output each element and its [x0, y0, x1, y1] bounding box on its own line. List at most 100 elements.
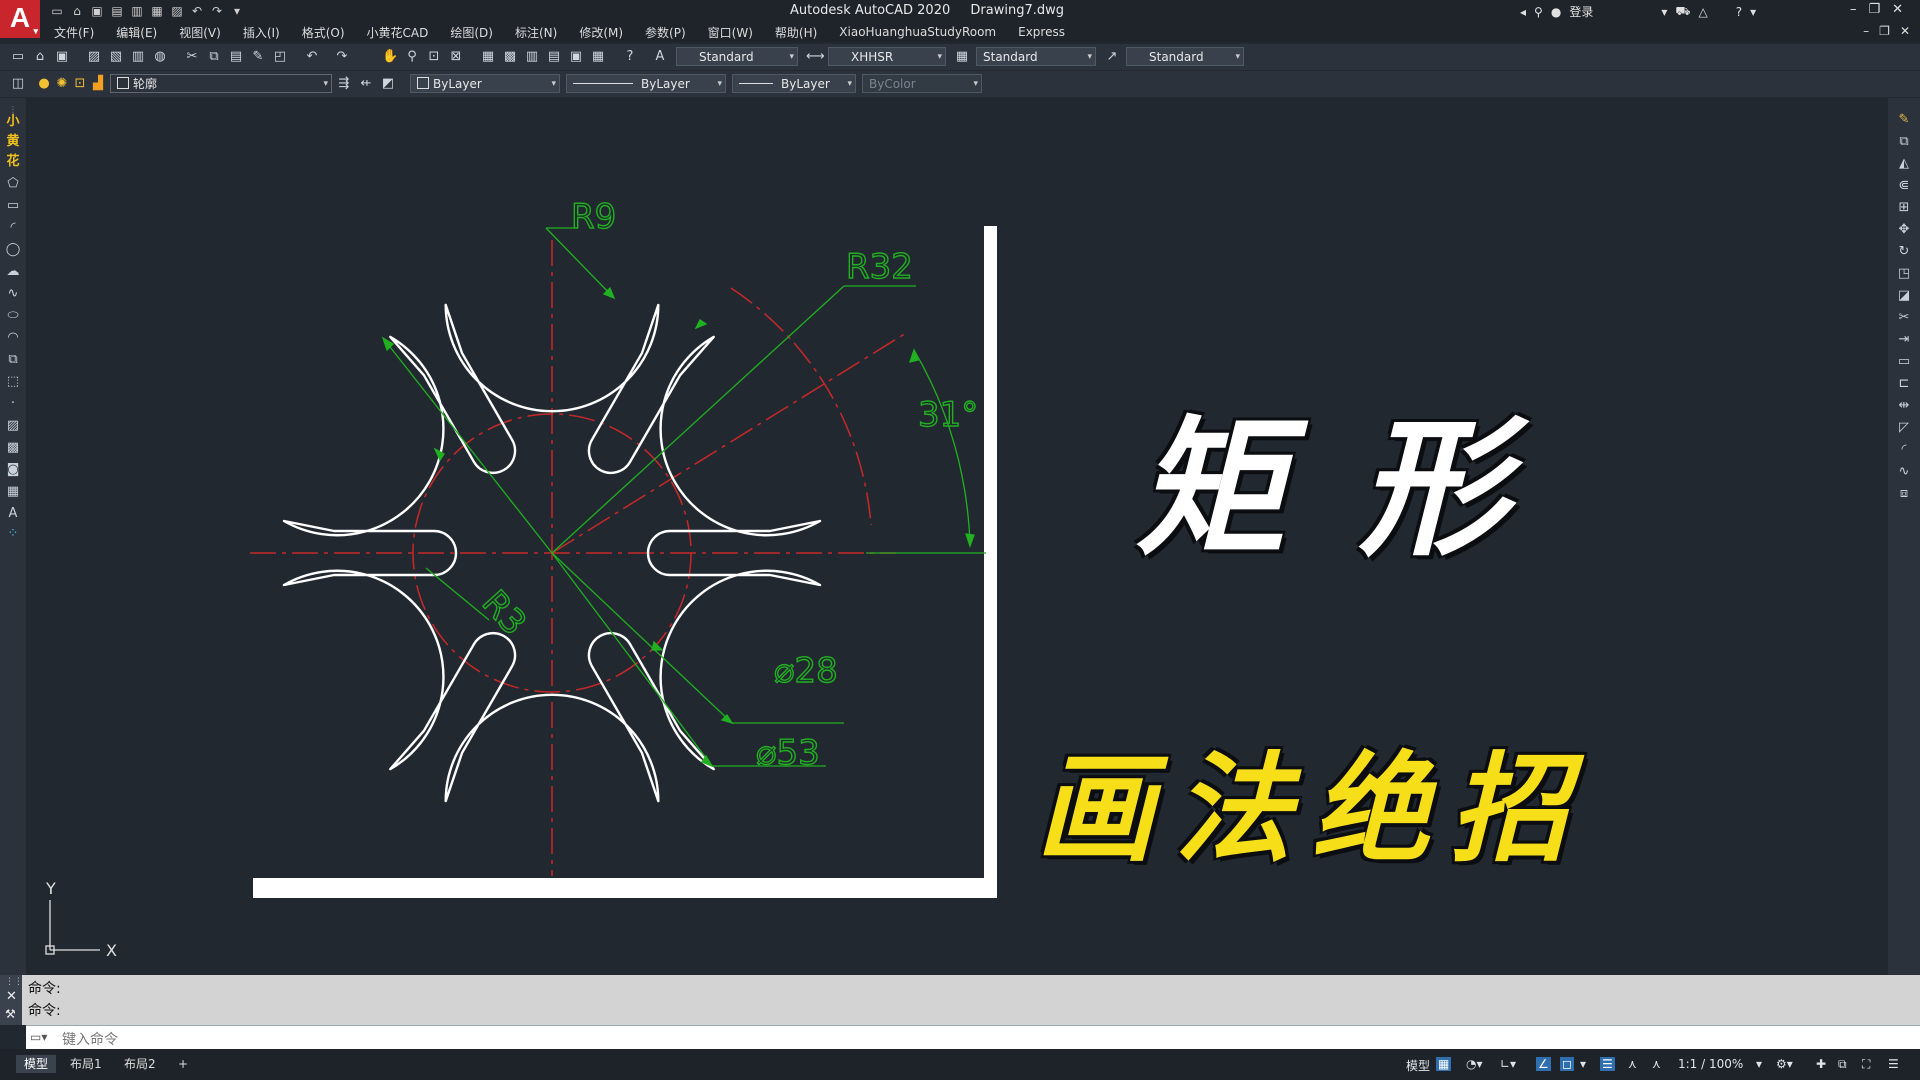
- help-icon[interactable]: ?: [622, 49, 638, 65]
- ellipse-arc-icon[interactable]: ◠: [5, 330, 21, 346]
- join-icon[interactable]: ⇹: [1896, 398, 1912, 414]
- application-menu-button[interactable]: A ▾: [0, 0, 40, 38]
- text-style-icon[interactable]: A: [652, 49, 668, 65]
- menu-file[interactable]: 文件(F): [54, 24, 94, 41]
- menu-draw[interactable]: 绘图(D): [450, 24, 493, 41]
- isolate-objects-icon[interactable]: ⧉: [1838, 1057, 1847, 1072]
- sheet-set-icon[interactable]: ▤: [546, 49, 562, 65]
- tool-palettes-icon[interactable]: ▥: [524, 49, 540, 65]
- caret-left-icon[interactable]: ◂: [1520, 5, 1526, 19]
- chevron-down-icon[interactable]: ▾: [1661, 5, 1667, 19]
- menu-parametric[interactable]: 参数(P): [645, 24, 686, 41]
- command-line[interactable]: ▭▾ 键入命令: [26, 1025, 1920, 1049]
- properties-icon[interactable]: ▦: [480, 49, 496, 65]
- mirror-icon[interactable]: ◭: [1896, 156, 1912, 172]
- calculator-icon[interactable]: ▦: [590, 49, 606, 65]
- menu-modify[interactable]: 修改(M): [579, 24, 623, 41]
- break-at-point-icon[interactable]: ▭: [1896, 354, 1912, 370]
- auto-scale-icon[interactable]: ⋏: [1652, 1057, 1661, 1071]
- undo-icon[interactable]: ↶: [190, 4, 204, 18]
- doc-minimize-icon[interactable]: –: [1863, 24, 1869, 38]
- publish-icon[interactable]: ▥: [130, 4, 144, 18]
- rotate-icon[interactable]: ↻: [1896, 244, 1912, 260]
- move-icon[interactable]: ✥: [1896, 222, 1912, 238]
- model-space-toggle[interactable]: 模型: [1406, 1057, 1430, 1074]
- pan-icon[interactable]: ✋: [382, 49, 398, 65]
- circle-icon[interactable]: ◯: [5, 242, 21, 258]
- menu-view[interactable]: 视图(V): [179, 24, 221, 41]
- close-icon[interactable]: ✕: [1892, 2, 1903, 17]
- drawing-canvas[interactable]: R9 R32 31° R3 ⌀28 ⌀53 Y X 矩 形 画法绝招: [26, 98, 1888, 972]
- point-icon[interactable]: ·: [5, 396, 21, 412]
- 3d-print-icon[interactable]: ◍: [152, 49, 168, 65]
- minimize-icon[interactable]: –: [1850, 2, 1857, 17]
- hatch-icon[interactable]: ▨: [5, 418, 21, 434]
- object-snap-icon[interactable]: ◻: [1560, 1057, 1574, 1071]
- tab-model[interactable]: 模型: [16, 1055, 57, 1073]
- menu-xiaohuanghua-cad[interactable]: 小黄花CAD: [367, 24, 429, 41]
- new-icon[interactable]: ▭: [10, 49, 26, 65]
- layer-sun-icon[interactable]: ✺: [54, 76, 70, 92]
- spline-icon[interactable]: ∿: [5, 286, 21, 302]
- add-layout-icon[interactable]: +: [170, 1055, 196, 1073]
- redo-icon[interactable]: ↷: [210, 4, 224, 18]
- table-style-select[interactable]: Standard ▾: [976, 47, 1096, 66]
- command-prompt-icon[interactable]: ▭▾: [30, 1030, 47, 1044]
- doc-close-icon[interactable]: ✕: [1900, 24, 1910, 38]
- linetype-select[interactable]: ByLayer ▾: [566, 74, 726, 93]
- grip-icon[interactable]: ⋮⋮: [5, 977, 23, 987]
- chevron-down-icon[interactable]: ▾: [1750, 5, 1756, 19]
- brand-char-icon[interactable]: 黄: [5, 134, 21, 150]
- stretch-icon[interactable]: ◪: [1896, 288, 1912, 304]
- copy-object-icon[interactable]: ⧉: [1896, 134, 1912, 150]
- lineweight-select[interactable]: ByLayer ▾: [732, 74, 856, 93]
- menu-express[interactable]: Express: [1018, 25, 1065, 39]
- layer-manager-icon[interactable]: ◫: [10, 76, 26, 92]
- wrench-icon[interactable]: ⚒: [5, 1007, 16, 1021]
- layer-states-icon[interactable]: ◩: [380, 76, 396, 92]
- doc-restore-icon[interactable]: ❐: [1879, 24, 1890, 38]
- open-icon[interactable]: ⌂: [32, 49, 48, 65]
- plot-icon[interactable]: ▨: [170, 4, 184, 18]
- chamfer-icon[interactable]: ◸: [1896, 420, 1912, 436]
- region-icon[interactable]: ◙: [5, 462, 21, 478]
- chevron-down-icon[interactable]: ▾: [1580, 1057, 1586, 1071]
- paste-icon[interactable]: ▤: [228, 49, 244, 65]
- brand-char-icon[interactable]: 花: [5, 154, 21, 170]
- color-select[interactable]: ByLayer ▾: [410, 74, 560, 93]
- restore-icon[interactable]: ❐: [1869, 2, 1881, 17]
- layer-select[interactable]: 轮廓 ▾: [110, 74, 332, 93]
- cut-icon[interactable]: ✂: [184, 49, 200, 65]
- user-icon[interactable]: ●: [1551, 5, 1561, 19]
- login-link[interactable]: 登录: [1569, 3, 1593, 20]
- a360-icon[interactable]: △: [1698, 5, 1707, 19]
- menu-studyroom[interactable]: XiaoHuanghuaStudyRoom: [839, 25, 996, 39]
- zoom-window-icon[interactable]: ⊡: [426, 49, 442, 65]
- lineweight-icon[interactable]: ☰: [1600, 1057, 1615, 1071]
- mleader-style-select[interactable]: Standard ▾: [1126, 47, 1244, 66]
- dim-style-icon[interactable]: ⟷: [806, 49, 825, 65]
- search-help-icon[interactable]: ⚲: [1534, 5, 1543, 19]
- table-icon[interactable]: ▦: [5, 484, 21, 500]
- scale-icon[interactable]: ◳: [1896, 266, 1912, 282]
- offset-icon[interactable]: ⋐: [1896, 178, 1912, 194]
- arc-icon[interactable]: ◜: [5, 220, 21, 236]
- mtext-icon[interactable]: A: [5, 506, 21, 522]
- design-center-icon[interactable]: ▩: [502, 49, 518, 65]
- customize-qat-icon[interactable]: ▾: [230, 4, 244, 18]
- blend-curves-icon[interactable]: ∿: [1896, 464, 1912, 480]
- publish-icon[interactable]: ▥: [130, 49, 146, 65]
- tab-layout1[interactable]: 布局1: [62, 1055, 110, 1073]
- menu-dimension[interactable]: 标注(N): [515, 24, 557, 41]
- menu-help[interactable]: 帮助(H): [775, 24, 817, 41]
- menu-window[interactable]: 窗口(W): [708, 24, 753, 41]
- customize-menu-icon[interactable]: ☰: [1888, 1057, 1899, 1071]
- polar-tracking-icon[interactable]: ∠: [1536, 1057, 1551, 1071]
- layer-lock-icon[interactable]: ▟: [90, 76, 106, 92]
- save-icon[interactable]: ▣: [54, 49, 70, 65]
- menu-format[interactable]: 格式(O): [302, 24, 345, 41]
- table-style-icon[interactable]: ▦: [954, 49, 970, 65]
- new-file-icon[interactable]: ▭: [50, 4, 64, 18]
- open-file-icon[interactable]: ⌂: [70, 4, 84, 18]
- close-icon[interactable]: ✕: [6, 989, 17, 1004]
